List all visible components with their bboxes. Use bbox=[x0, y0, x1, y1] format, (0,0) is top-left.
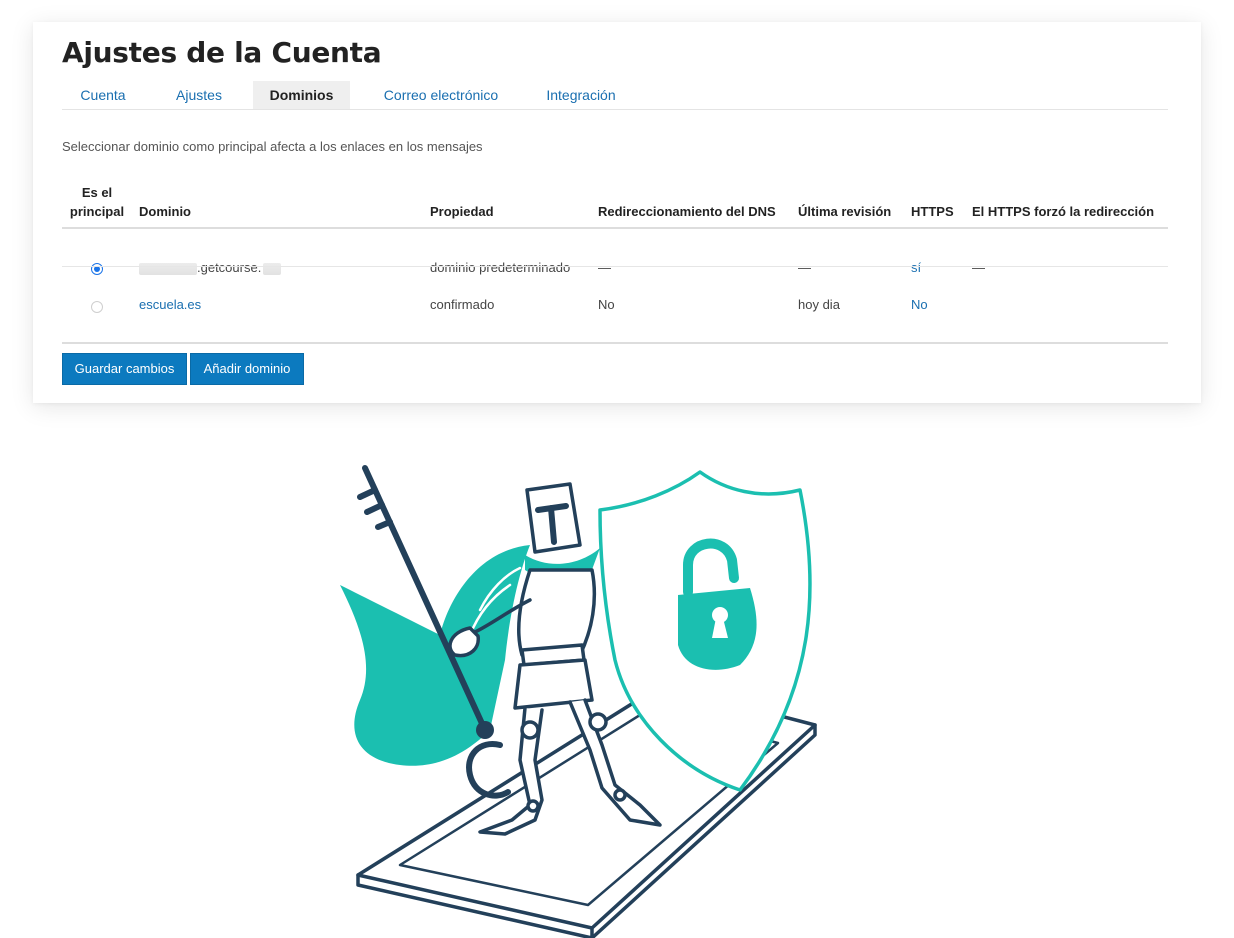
header-domain: Dominio bbox=[139, 204, 191, 219]
header-divider bbox=[62, 227, 1168, 229]
tab-cuenta[interactable]: Cuenta bbox=[62, 81, 144, 109]
https-link[interactable]: No bbox=[911, 296, 928, 314]
tab-bar: Cuenta Ajustes Dominios Correo electróni… bbox=[62, 81, 1168, 110]
last-check-cell: — bbox=[798, 260, 811, 275]
last-check-cell: hoy dia bbox=[798, 297, 840, 312]
https-cell[interactable]: sí bbox=[911, 259, 921, 277]
footer-divider bbox=[62, 342, 1168, 344]
primary-radio-unselected[interactable] bbox=[91, 301, 103, 313]
tab-ajustes[interactable]: Ajustes bbox=[160, 81, 238, 109]
https-forced-cell: — bbox=[972, 260, 985, 275]
header-primary: Es el principal bbox=[69, 185, 125, 219]
header-last-check: Última revisión bbox=[798, 204, 892, 219]
primary-radio-selected[interactable] bbox=[91, 263, 103, 275]
property-cell: confirmado bbox=[430, 297, 495, 312]
dns-cell: No bbox=[598, 297, 615, 312]
header-property: Propiedad bbox=[430, 204, 494, 219]
domain-description: Seleccionar dominio como principal afect… bbox=[62, 139, 483, 154]
header-dns: Redireccionamiento del DNS bbox=[598, 204, 776, 219]
account-settings-panel: Ajustes de la Cuenta Cuenta Ajustes Domi… bbox=[33, 22, 1201, 403]
property-cell: dominio predeterminado bbox=[430, 260, 571, 275]
save-changes-button[interactable]: Guardar cambios bbox=[62, 353, 187, 385]
tab-integracion[interactable]: Integración bbox=[532, 81, 630, 109]
header-https: HTTPS bbox=[911, 204, 954, 219]
redacted-subdomain bbox=[139, 262, 197, 275]
tab-correo-electronico[interactable]: Correo electrónico bbox=[369, 81, 513, 109]
row-divider bbox=[62, 266, 1168, 267]
domain-link[interactable]: escuela.es bbox=[139, 296, 201, 314]
cape-icon bbox=[340, 545, 530, 766]
dns-cell: — bbox=[598, 260, 611, 275]
domain-cell: .getcourse. bbox=[139, 259, 282, 277]
page-title: Ajustes de la Cuenta bbox=[62, 36, 382, 69]
add-domain-button[interactable]: Añadir dominio bbox=[190, 353, 304, 385]
redacted-tld bbox=[263, 262, 282, 275]
security-knight-illustration bbox=[340, 465, 817, 938]
tab-dominios[interactable]: Dominios bbox=[253, 81, 350, 109]
header-https-forced: El HTTPS forzó la redirección bbox=[972, 204, 1155, 219]
